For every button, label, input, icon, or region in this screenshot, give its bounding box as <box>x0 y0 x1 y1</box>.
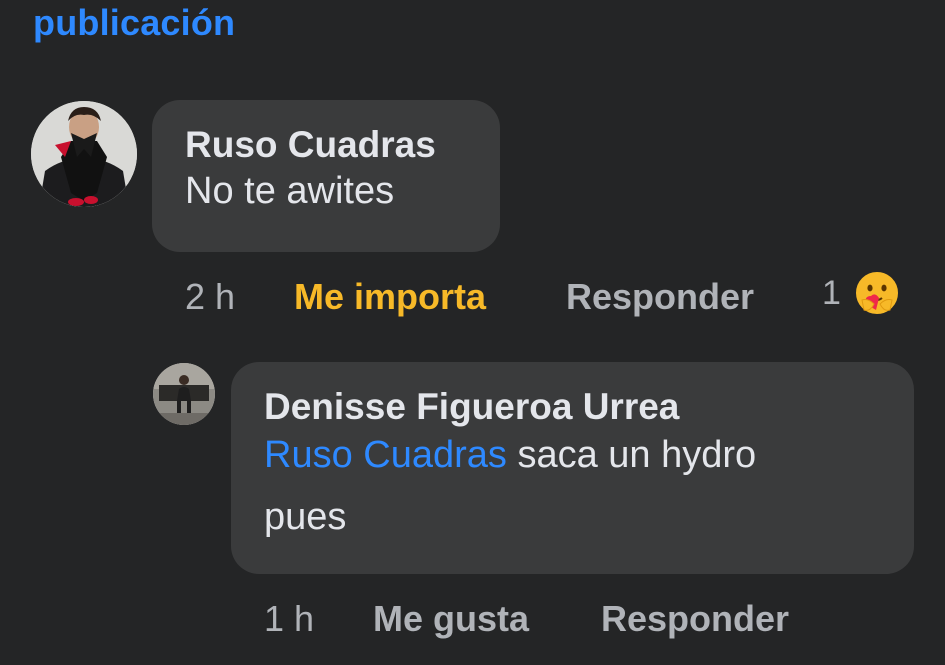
reply-text: Ruso Cuadras saca un hydro pues <box>264 424 914 548</box>
reaction-button[interactable]: Me importa <box>294 276 486 318</box>
comment-text: No te awites <box>185 170 395 212</box>
reply-reply-button[interactable]: Responder <box>601 598 789 640</box>
mention-link[interactable]: Ruso Cuadras <box>264 434 507 476</box>
like-button[interactable]: Me gusta <box>373 598 529 640</box>
reply-text-line2: pues <box>264 496 347 538</box>
avatar-denisse-figueroa-urrea[interactable] <box>153 363 215 425</box>
reply-bubble[interactable]: Denisse Figueroa Urrea Ruso Cuadras saca… <box>231 362 914 574</box>
reply-time[interactable]: 1 h <box>264 598 314 640</box>
reply-text-line1: saca un hydro <box>517 434 757 476</box>
reaction-count[interactable]: 1 <box>822 274 841 313</box>
comment-bubble[interactable]: Ruso Cuadras No te awites <box>152 100 500 252</box>
care-emoji-icon[interactable] <box>854 270 900 316</box>
reply-author[interactable]: Denisse Figueroa Urrea <box>264 386 914 428</box>
reply-button[interactable]: Responder <box>566 276 754 318</box>
view-post-link[interactable]: publicación <box>33 2 235 44</box>
comment-time[interactable]: 2 h <box>185 276 235 318</box>
comments-thread: publicación Ruso Cuadras No te awites 2 … <box>0 0 945 665</box>
avatar-ruso-cuadras[interactable] <box>31 101 137 207</box>
